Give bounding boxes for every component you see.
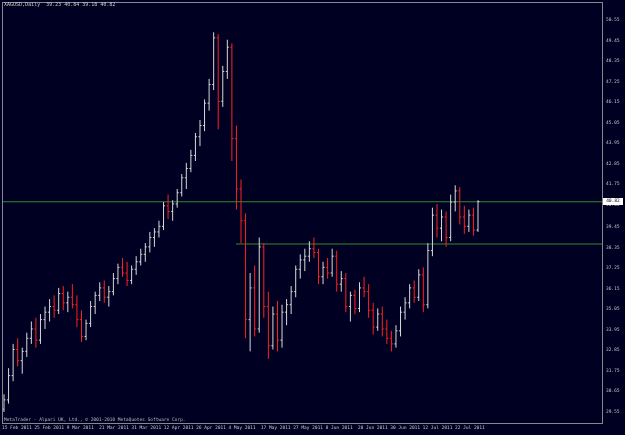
time-tick-label: 30 Jun 2011 bbox=[390, 426, 421, 431]
price-tick-label: 45.05 bbox=[606, 120, 620, 126]
time-tick-label: 12 Jul 2011 bbox=[422, 426, 453, 431]
time-tick-label: 26 Apr 2011 bbox=[196, 426, 226, 431]
time-tick-label: 4 May 2011 bbox=[228, 426, 256, 431]
price-tick-label: 47.25 bbox=[606, 79, 620, 85]
time-tick-label: 21 Mar 2011 bbox=[99, 426, 129, 431]
price-tick-label: 49.45 bbox=[606, 38, 620, 44]
price-tick-label: 36.15 bbox=[606, 286, 620, 292]
chart-window: XAGUSD,Daily 39.23 40.84 39.18 40.82 Met… bbox=[0, 0, 625, 435]
time-tick-label: 15 Feb 2011 bbox=[2, 426, 32, 431]
price-tick-label: 42.85 bbox=[606, 161, 620, 167]
time-tick-label: 22 Jul 2011 bbox=[455, 426, 485, 431]
price-tick-label: 39.45 bbox=[606, 225, 620, 231]
price-tick-label: 41.75 bbox=[606, 182, 620, 188]
time-tick-label: 27 May 2011 bbox=[293, 426, 324, 431]
time-tick-label: 17 May 2011 bbox=[260, 426, 291, 431]
price-tick-label: 30.65 bbox=[606, 389, 620, 395]
price-tick-label: 33.95 bbox=[606, 327, 620, 333]
time-tick-label: 12 Apr 2011 bbox=[163, 426, 194, 431]
price-tick-label: 50.55 bbox=[606, 18, 620, 24]
price-tick-label: 29.55 bbox=[606, 410, 620, 415]
price-tick-label: 31.75 bbox=[606, 368, 620, 374]
price-tick-label: 35.05 bbox=[606, 307, 620, 313]
time-axis[interactable]: 15 Feb 2011 25 Feb 2011 9 Mar 2011 21 Mar 2… bbox=[0, 424, 603, 435]
time-tick-label: 8 Jun 2011 bbox=[325, 426, 353, 431]
time-tick-label: 9 Mar 2011 bbox=[66, 426, 94, 431]
time-tick-label: 25 Feb 2011 bbox=[34, 426, 65, 431]
time-tick-label: 20 Jun 2011 bbox=[357, 426, 388, 431]
price-tick-label: 46.15 bbox=[606, 100, 620, 106]
copyright-label: MetaTrader - Alpari UK, Ltd., © 2001-201… bbox=[4, 418, 186, 423]
price-tick-label: 38.35 bbox=[606, 245, 620, 251]
price-tick-label: 37.25 bbox=[606, 266, 620, 272]
price-scale[interactable]: 50.55 49.45 48.35 47.25 46.15 45.05 43.95 42.85… bbox=[603, 2, 625, 424]
price-tick-label: 32.85 bbox=[606, 348, 620, 354]
current-price-label: 40.82 bbox=[603, 198, 623, 206]
price-tick-label: 43.95 bbox=[606, 141, 620, 147]
time-tick-label: 31 Mar 2011 bbox=[131, 426, 162, 431]
price-tick-label: 48.35 bbox=[606, 59, 620, 65]
plot-area-border bbox=[2, 2, 603, 424]
symbol-info-label: XAGUSD,Daily 39.23 40.84 39.18 40.82 bbox=[4, 2, 116, 8]
